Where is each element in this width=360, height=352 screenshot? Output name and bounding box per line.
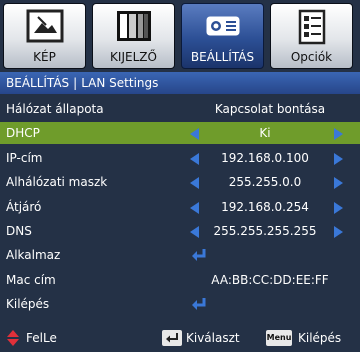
dns-label: DNS [6, 223, 32, 238]
options-icon [298, 9, 326, 45]
row-gateway[interactable]: Átjáró 192.168.0.254 [0, 196, 360, 218]
settings-list: Hálózat állapota Kapcsolat bontása DHCP … [0, 98, 360, 318]
breadcrumb-separator: | [73, 76, 78, 90]
mac-address-value: AA:BB:CC:DD:EE:FF [211, 272, 329, 287]
row-subnet-mask[interactable]: Alhálózati maszk 255.255.0.0 [0, 171, 360, 193]
row-network-status: Hálózat állapota Kapcsolat bontása [0, 98, 360, 120]
subnet-mask-label: Alhálózati maszk [6, 175, 108, 190]
row-ip-address[interactable]: IP-cím 192.168.0.100 [0, 147, 360, 169]
projector-icon [206, 16, 240, 36]
tab-opciok-label: Opciók [290, 50, 333, 64]
right-arrow-icon[interactable] [334, 152, 343, 165]
footer-exit-label: Kilépés [298, 331, 342, 345]
apply-label: Alkalmaz [6, 248, 61, 263]
breadcrumb-page: LAN Settings [81, 76, 159, 90]
row-mac-address: Mac cím AA:BB:CC:DD:EE:FF [0, 269, 360, 291]
network-status-label: Hálózat állapota [6, 102, 104, 116]
picture-icon [26, 9, 64, 43]
tab-kep[interactable]: KÉP [3, 3, 86, 69]
right-arrow-icon[interactable] [334, 128, 343, 141]
ip-address-label: IP-cím [6, 150, 43, 165]
exit-label: Kilépés [6, 297, 50, 312]
tab-beallitas[interactable]: BEÁLLÍTÁS [181, 3, 264, 69]
up-down-icon [7, 330, 19, 346]
right-arrow-icon[interactable] [334, 201, 343, 214]
gateway-value: 192.168.0.254 [221, 199, 309, 214]
right-arrow-icon[interactable] [334, 177, 343, 190]
menu-key-icon: Menu [266, 330, 292, 346]
right-arrow-icon[interactable] [334, 225, 343, 238]
mac-address-label: Mac cím [6, 272, 56, 287]
enter-icon[interactable] [190, 246, 208, 264]
row-dhcp[interactable]: DHCP Ki [0, 122, 360, 145]
row-dns[interactable]: DNS 255.255.255.255 [0, 220, 360, 242]
footer-hints: FelLe Kiválaszt Menu Kilépés [0, 324, 360, 352]
osd-menu: KÉP KIJELZŐ BEÁLLÍTÁS Opciók BEÁLLÍTÁS |… [0, 0, 360, 352]
enter-icon[interactable] [190, 295, 208, 313]
ip-address-value: 192.168.0.100 [221, 150, 309, 165]
enter-key-icon [162, 330, 182, 346]
network-status-value: Kapcsolat bontása [214, 102, 326, 116]
row-exit[interactable]: Kilépés [0, 293, 360, 315]
dhcp-label: DHCP [6, 126, 40, 141]
footer-nav-label: FelLe [26, 331, 57, 345]
tab-bar: KÉP KIJELZŐ BEÁLLÍTÁS Opciók [0, 0, 360, 72]
dhcp-value: Ki [259, 126, 271, 141]
tab-opciok[interactable]: Opciók [270, 3, 353, 69]
row-apply[interactable]: Alkalmaz [0, 244, 360, 266]
breadcrumb: BEÁLLÍTÁS | LAN Settings [0, 72, 360, 94]
display-icon [117, 11, 151, 41]
tab-kep-label: KÉP [33, 50, 56, 64]
subnet-mask-value: 255.255.0.0 [228, 175, 302, 190]
dns-value: 255.255.255.255 [213, 223, 317, 238]
tab-kijelzo-label: KIJELZŐ [110, 50, 157, 64]
footer-select-label: Kiválaszt [186, 331, 240, 345]
breadcrumb-section: BEÁLLÍTÁS [6, 76, 70, 90]
tab-beallitas-label: BEÁLLÍTÁS [190, 50, 255, 64]
tab-kijelzo[interactable]: KIJELZŐ [92, 3, 175, 69]
gateway-label: Átjáró [6, 199, 42, 214]
